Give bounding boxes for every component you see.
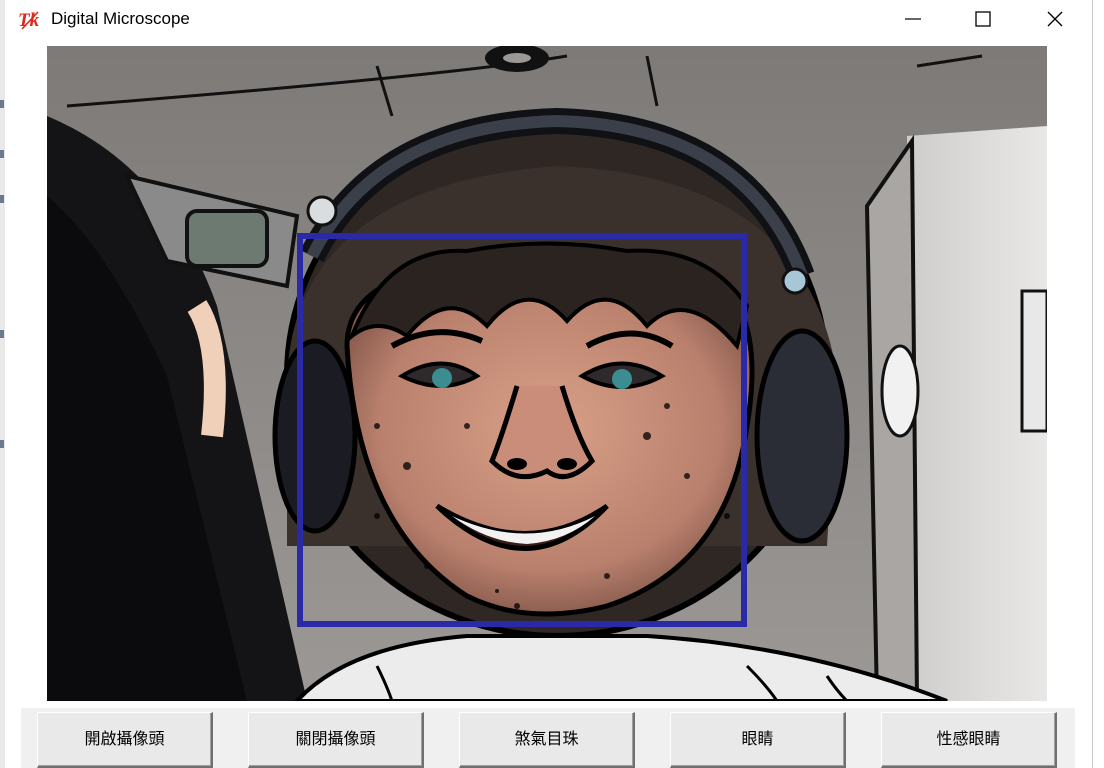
maximize-button[interactable] xyxy=(960,0,1006,38)
background-window-mark xyxy=(0,150,4,158)
open-camera-button[interactable]: 開啟攝像頭 xyxy=(37,712,213,768)
background-window-mark xyxy=(0,330,4,338)
title-bar[interactable]: Tk Digital Microscope xyxy=(5,0,1092,40)
fierce-eyes-button[interactable]: 煞氣目珠 xyxy=(459,712,635,768)
minimize-button[interactable] xyxy=(890,0,936,38)
tk-feather-icon: Tk xyxy=(18,10,40,31)
close-icon xyxy=(1047,11,1063,27)
background-window-mark xyxy=(0,100,4,108)
maximize-icon xyxy=(975,11,991,27)
eyes-button[interactable]: 眼睛 xyxy=(670,712,846,768)
app-window: Tk Digital Microscope 開啟攝像頭 關閉攝像頭 煞氣目珠 眼… xyxy=(5,0,1093,768)
button-bar: 開啟攝像頭 關閉攝像頭 煞氣目珠 眼睛 性感眼睛 xyxy=(21,708,1075,768)
sexy-eyes-button[interactable]: 性感眼睛 xyxy=(881,712,1057,768)
camera-feed xyxy=(47,46,1047,701)
background-window-mark xyxy=(0,440,4,448)
background-window-mark xyxy=(0,195,4,203)
minimize-icon xyxy=(905,18,921,20)
camera-frame-image xyxy=(47,46,1047,701)
close-button[interactable] xyxy=(1032,0,1078,38)
close-camera-button[interactable]: 關閉攝像頭 xyxy=(248,712,424,768)
window-title: Digital Microscope xyxy=(51,9,190,28)
